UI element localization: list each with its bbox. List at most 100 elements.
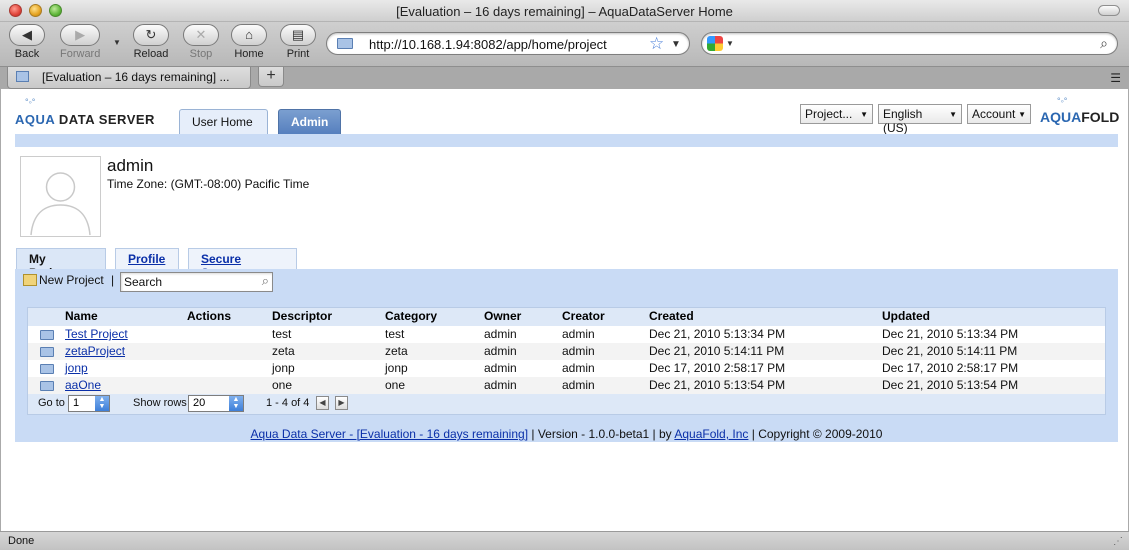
project-created: Dec 21, 2010 5:13:54 PM: [649, 378, 786, 392]
column-header-creator[interactable]: Creator: [562, 309, 605, 323]
page-range: 1 - 4 of 4: [266, 397, 310, 409]
project-name-link[interactable]: zetaProject: [65, 344, 125, 358]
column-header-created[interactable]: Created: [649, 309, 694, 323]
address-bar[interactable]: http://10.168.1.94:8082/app/home/project…: [326, 32, 690, 55]
stepper-arrows-icon[interactable]: ▲ ▼: [229, 396, 243, 411]
forward-arrow-icon: ▶: [60, 24, 101, 46]
avatar: [20, 156, 101, 237]
folder-icon: [40, 364, 54, 374]
printer-icon: ▤: [280, 24, 316, 46]
show-rows-label: Show rows: [133, 397, 187, 409]
column-header-name[interactable]: Name: [65, 309, 98, 323]
user-timezone: Time Zone: (GMT:-08:00) Pacific Time: [107, 177, 310, 191]
aqua-data-server-logo: AQUA DATA SERVER: [15, 112, 155, 127]
table-pager: Go to 1 ▲ ▼ Show rows 20 ▲ ▼ 1 - 4 of 4 ◀ …: [28, 394, 1105, 414]
project-created: Dec 17, 2010 2:58:17 PM: [649, 361, 786, 375]
print-button[interactable]: ▤ Print: [280, 24, 316, 60]
next-page-button[interactable]: ▶: [335, 396, 348, 410]
project-search-input[interactable]: Search ⌕: [120, 272, 273, 292]
rows-per-page-stepper[interactable]: 20 ▲ ▼: [188, 395, 244, 412]
search-icon[interactable]: ⌕: [262, 273, 269, 289]
projects-table: Name Actions Descriptor Category Owner C…: [27, 307, 1106, 415]
column-header-updated[interactable]: Updated: [882, 309, 930, 323]
table-row[interactable]: jonp jonp jonp admin admin Dec 17, 2010 …: [28, 360, 1105, 377]
bookmark-star-icon[interactable]: ☆: [649, 34, 664, 54]
chevron-down-icon: ▼: [1018, 110, 1026, 119]
goto-page-stepper[interactable]: 1 ▲ ▼: [68, 395, 110, 412]
project-category: jonp: [385, 361, 408, 375]
project-select[interactable]: Project... ▼: [800, 104, 873, 124]
table-row[interactable]: aaOne one one admin admin Dec 21, 2010 5…: [28, 377, 1105, 394]
account-select[interactable]: Account ▼: [967, 104, 1031, 124]
user-name: admin: [107, 156, 154, 175]
project-category: one: [385, 378, 406, 392]
company-link[interactable]: AquaFold, Inc: [674, 427, 748, 441]
project-created: Dec 21, 2010 5:14:11 PM: [649, 344, 785, 358]
stop-button[interactable]: ✕ Stop: [183, 24, 219, 60]
google-icon[interactable]: [707, 36, 723, 51]
reload-button[interactable]: ↻ Reload: [133, 24, 169, 60]
browser-tab-label: [Evaluation – 16 days remaining] ...: [42, 70, 230, 84]
project-created: Dec 21, 2010 5:13:34 PM: [649, 327, 786, 341]
url-dropdown-icon[interactable]: ▼: [671, 39, 681, 50]
new-project-icon[interactable]: [23, 274, 37, 286]
project-updated: Dec 21, 2010 5:14:11 PM: [882, 344, 1018, 358]
tab-user-home[interactable]: User Home: [179, 109, 268, 135]
footer-version: | Version - 1.0.0-beta1 | by: [528, 427, 675, 441]
project-name-link[interactable]: aaOne: [65, 378, 101, 392]
home-button[interactable]: ⌂ Home: [231, 24, 267, 60]
table-row[interactable]: Test Project test test admin admin Dec 2…: [28, 326, 1105, 343]
browser-tab-strip: [Evaluation – 16 days remaining] ... + ☰: [0, 66, 1129, 89]
history-caret-icon[interactable]: ▼: [113, 38, 121, 47]
stepper-arrows-icon[interactable]: ▲ ▼: [95, 396, 109, 411]
tab-favicon-icon: [16, 71, 29, 82]
search-engine-caret-icon[interactable]: ▼: [726, 39, 734, 48]
new-project-button[interactable]: New Project |: [39, 273, 114, 287]
tab-list-menu-icon[interactable]: ☰: [1110, 71, 1121, 85]
column-header-owner[interactable]: Owner: [484, 309, 521, 323]
tab-secure-storage[interactable]: Secure Storage: [188, 248, 297, 280]
project-name-link[interactable]: jonp: [65, 361, 88, 375]
reload-icon: ↻: [133, 24, 169, 46]
tab-admin[interactable]: Admin: [278, 109, 341, 134]
folder-icon: [40, 381, 54, 391]
language-select[interactable]: English (US) ▼: [878, 104, 962, 135]
browser-tab[interactable]: [Evaluation – 16 days remaining] ...: [7, 67, 251, 89]
new-tab-button[interactable]: +: [258, 67, 284, 87]
toolbar-separator: |: [111, 273, 115, 287]
column-header-actions[interactable]: Actions: [187, 309, 231, 323]
search-icon[interactable]: ⌕: [1100, 35, 1108, 52]
back-arrow-icon: ◀: [9, 24, 45, 46]
project-owner: admin: [484, 344, 517, 358]
tab-profile[interactable]: Profile: [115, 248, 179, 269]
project-category: test: [385, 327, 405, 341]
resize-grip-icon[interactable]: ⋰: [1113, 536, 1123, 547]
web-search-field[interactable]: ▼ ⌕: [701, 32, 1118, 55]
stop-icon: ✕: [183, 24, 219, 46]
chevron-down-icon: ▼: [949, 110, 957, 119]
folder-icon: [40, 347, 54, 357]
table-row[interactable]: zetaProject zeta zeta admin admin Dec 21…: [28, 343, 1105, 360]
column-header-descriptor[interactable]: Descriptor: [272, 309, 332, 323]
page-footer: Aqua Data Server - [Evaluation - 16 days…: [15, 427, 1118, 442]
window-title: [Evaluation – 16 days remaining] – AquaD…: [396, 4, 733, 19]
window-titlebar: [Evaluation – 16 days remaining] – AquaD…: [0, 0, 1129, 22]
back-button[interactable]: ◀ Back: [9, 24, 45, 60]
prev-page-button[interactable]: ◀: [316, 396, 329, 410]
column-header-category[interactable]: Category: [385, 309, 437, 323]
forward-button[interactable]: ▶ Forward: [60, 24, 100, 60]
site-folder-icon: [337, 38, 353, 49]
logo-bubbles-icon: °◦°: [25, 97, 36, 107]
project-creator: admin: [562, 327, 595, 341]
url-text[interactable]: http://10.168.1.94:8082/app/home/project: [369, 37, 607, 52]
project-descriptor: zeta: [272, 344, 295, 358]
project-updated: Dec 17, 2010 2:58:17 PM: [882, 361, 1019, 375]
product-link[interactable]: Aqua Data Server - [Evaluation - 16 days…: [251, 427, 528, 441]
project-descriptor: jonp: [272, 361, 295, 375]
status-text: Done: [8, 535, 35, 547]
chevron-down-icon: ▼: [860, 110, 868, 119]
tab-my-projects[interactable]: My Projects: [16, 248, 106, 280]
toolbar-toggle-button[interactable]: [1098, 5, 1120, 16]
project-name-link[interactable]: Test Project: [65, 327, 128, 341]
project-category: zeta: [385, 344, 408, 358]
